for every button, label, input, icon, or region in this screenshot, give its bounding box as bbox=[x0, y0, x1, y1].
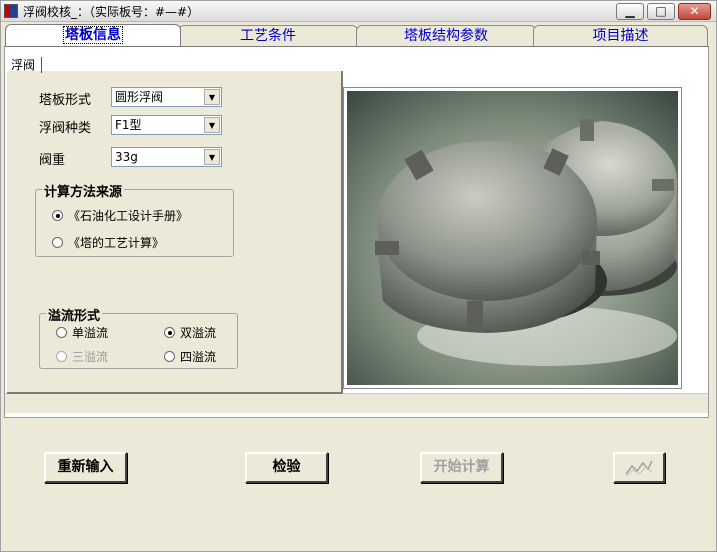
start-calc-button: 开始计算 bbox=[420, 452, 503, 483]
app-window: 浮阀校核_：（实际板号：#—#） ▁ □ ✕ 工艺条件 塔板结构参数 项目描述 … bbox=[0, 0, 717, 552]
chevron-down-icon[interactable]: ▼ bbox=[204, 149, 220, 165]
window-title: 浮阀校核_：（实际板号：#—#） bbox=[23, 5, 200, 19]
tray-type-select[interactable]: 圆形浮阀 ▼ bbox=[111, 87, 222, 107]
radio-empty-icon bbox=[56, 351, 67, 362]
line-chart-icon bbox=[625, 460, 653, 477]
tab-process-conditions[interactable]: 工艺条件 bbox=[178, 25, 358, 47]
tab-project-description[interactable]: 项目描述 bbox=[533, 25, 708, 47]
tray-type-label: 塔板形式 bbox=[39, 93, 92, 108]
valve-weight-select[interactable]: 33g ▼ bbox=[111, 147, 222, 167]
overflow-group: 溢流形式 单溢流 双溢流 三溢流 四溢流 bbox=[39, 305, 238, 369]
radio-empty-icon bbox=[52, 237, 63, 248]
check-button[interactable]: 检验 bbox=[245, 452, 328, 483]
valve-weight-value: 33g bbox=[115, 150, 138, 164]
panel-footer bbox=[5, 393, 708, 413]
radio-double-overflow[interactable]: 双溢流 bbox=[164, 324, 216, 341]
reset-button[interactable]: 重新输入 bbox=[44, 452, 127, 483]
minimize-button[interactable]: ▁ bbox=[616, 3, 644, 20]
app-icon bbox=[4, 4, 18, 18]
calc-source-group: 计算方法来源 《石油化工设计手册》 《塔的工艺计算》 bbox=[35, 181, 234, 257]
radio-empty-icon bbox=[164, 351, 175, 362]
tab-tray-structure[interactable]: 塔板结构参数 bbox=[356, 25, 536, 47]
tab-tray-info[interactable]: 塔板信息 bbox=[5, 24, 181, 48]
valve-type-label: 浮阀种类 bbox=[39, 121, 92, 136]
float-valve-photo bbox=[347, 91, 678, 385]
maximize-icon: □ bbox=[655, 4, 667, 18]
radio-selected-icon bbox=[52, 210, 63, 221]
calc-source-legend: 计算方法来源 bbox=[42, 181, 125, 200]
radio-selected-icon bbox=[164, 327, 175, 338]
radio-single-overflow[interactable]: 单溢流 bbox=[56, 324, 108, 341]
radio-quad-overflow[interactable]: 四溢流 bbox=[164, 348, 216, 365]
radio-triple-overflow: 三溢流 bbox=[56, 348, 108, 365]
close-button[interactable]: ✕ bbox=[678, 3, 711, 20]
chevron-down-icon[interactable]: ▼ bbox=[204, 117, 220, 133]
valve-type-select[interactable]: F1型 ▼ bbox=[111, 115, 222, 135]
float-valve-photo-frame bbox=[343, 87, 682, 389]
overflow-legend: 溢流形式 bbox=[46, 305, 103, 324]
chevron-down-icon[interactable]: ▼ bbox=[204, 89, 220, 105]
maximize-button[interactable]: □ bbox=[647, 3, 675, 20]
minimize-icon: ▁ bbox=[625, 4, 635, 18]
valve-disc-left bbox=[375, 141, 607, 333]
close-icon: ✕ bbox=[689, 4, 700, 18]
tray-type-value: 圆形浮阀 bbox=[115, 90, 164, 104]
tab-strip: 工艺条件 塔板结构参数 项目描述 塔板信息 bbox=[5, 24, 710, 48]
radio-empty-icon bbox=[56, 327, 67, 338]
graph-button bbox=[613, 452, 665, 483]
title-bar: 浮阀校核_：（实际板号：#—#） ▁ □ ✕ bbox=[1, 1, 716, 22]
valve-type-value: F1型 bbox=[115, 118, 142, 132]
subtab-float-valve[interactable]: 浮阀 bbox=[11, 57, 43, 73]
valve-weight-label: 阀重 bbox=[39, 153, 66, 168]
radio-petrochem-handbook[interactable]: 《石油化工设计手册》 bbox=[52, 207, 188, 224]
radio-tower-process-calc[interactable]: 《塔的工艺计算》 bbox=[52, 234, 164, 251]
